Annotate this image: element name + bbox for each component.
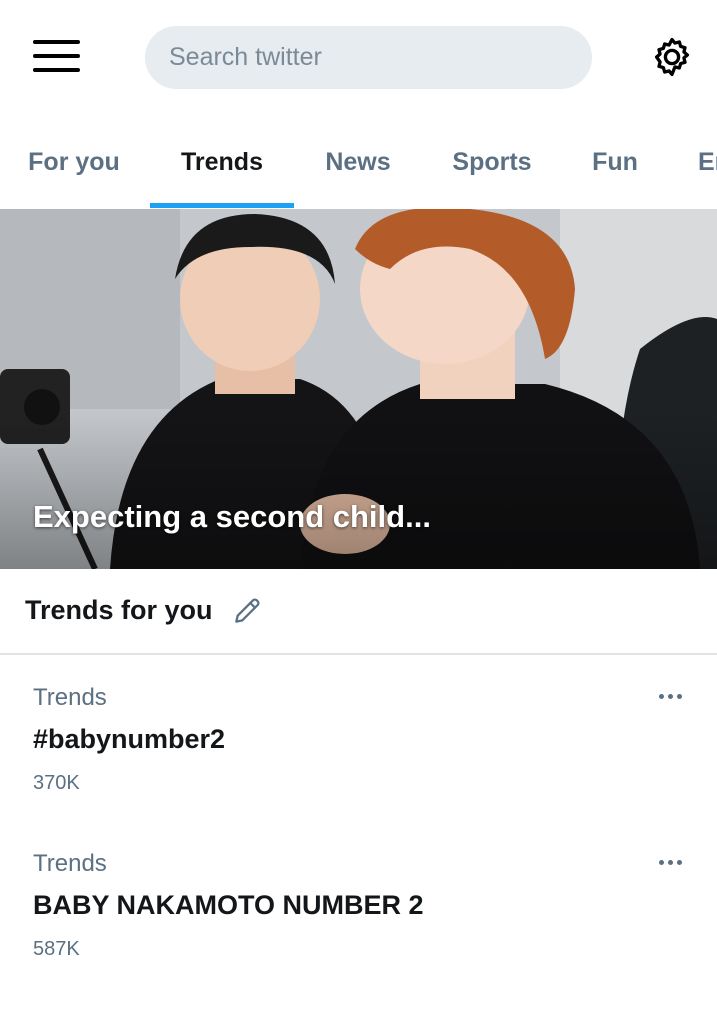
tab-entertainment[interactable]: Er (698, 115, 717, 210)
active-tab-indicator (150, 203, 294, 208)
trend-item[interactable]: Trends #babynumber2 370K (0, 672, 717, 832)
trend-category: Trends (33, 850, 107, 877)
more-options-icon[interactable] (650, 852, 690, 872)
search-placeholder: Search twitter (169, 43, 322, 71)
tab-for-you[interactable]: For you (18, 115, 130, 210)
trend-item[interactable]: Trends BABY NAKAMOTO NUMBER 2 587K (0, 838, 717, 998)
hero-banner[interactable]: Expecting a second child... (0, 209, 717, 569)
tab-sports[interactable]: Sports (440, 115, 544, 210)
hero-shade (0, 409, 717, 569)
trend-name: BABY NAKAMOTO NUMBER 2 (33, 890, 424, 920)
section-title: Trends for you (25, 595, 213, 625)
trend-name: #babynumber2 (33, 724, 226, 754)
tab-bar: For you Trends News Sports Fun Er (0, 115, 717, 210)
tab-trends[interactable]: Trends (150, 115, 294, 210)
gear-icon[interactable] (650, 35, 694, 79)
top-bar: Search twitter (0, 0, 717, 115)
hamburger-menu-icon[interactable] (33, 40, 81, 72)
trends-section-header: Trends for you (0, 569, 717, 655)
explore-screen: Search twitter For you Trends News Sport… (0, 0, 717, 1019)
tab-news[interactable]: News (310, 115, 406, 210)
trend-category: Trends (33, 684, 107, 711)
trend-count: 370K (33, 772, 80, 794)
pencil-icon[interactable] (231, 595, 263, 627)
hero-caption: Expecting a second child... (33, 499, 431, 534)
tab-fun[interactable]: Fun (578, 115, 652, 210)
trend-count: 587K (33, 938, 80, 960)
search-input[interactable]: Search twitter (145, 26, 592, 89)
more-options-icon[interactable] (650, 686, 690, 706)
